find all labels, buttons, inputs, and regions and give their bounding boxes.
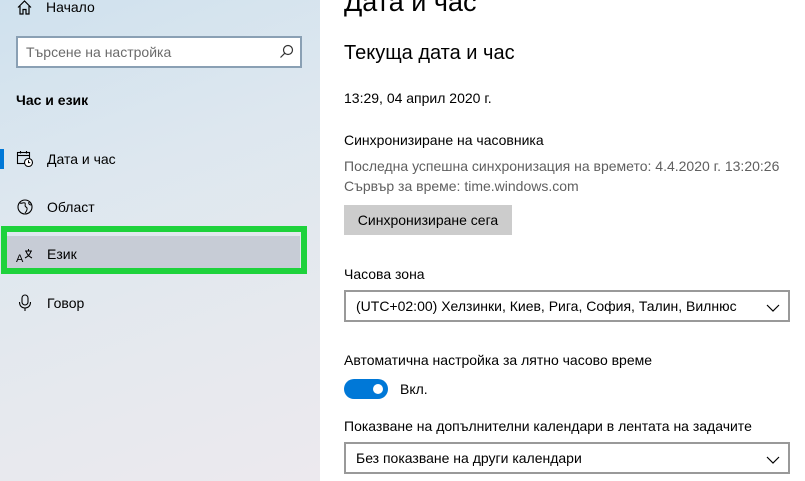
- search-input[interactable]: [26, 38, 276, 66]
- sidebar-item-speech[interactable]: Говор: [0, 283, 320, 323]
- search-icon[interactable]: [279, 44, 294, 64]
- timezone-dropdown[interactable]: (UTC+02:00) Хелзинки, Киев, Рига, София,…: [344, 290, 790, 322]
- sidebar: Начало Час и език Дата и час: [0, 0, 320, 481]
- chevron-down-icon: [766, 300, 780, 318]
- sidebar-item-label: Дата и час: [47, 151, 116, 167]
- microphone-icon: [16, 294, 34, 312]
- timezone-value: (UTC+02:00) Хелзинки, Киев, Рига, София,…: [356, 298, 737, 314]
- page-title: Дата и час: [344, 0, 477, 17]
- last-sync-text: Последна успешна синхронизация на времет…: [344, 158, 780, 174]
- sidebar-item-region[interactable]: Област: [0, 187, 320, 227]
- toggle-knob: [373, 384, 383, 394]
- home-link[interactable]: Начало: [16, 0, 95, 18]
- timezone-label: Часова зона: [344, 266, 425, 282]
- current-datetime-value: 13:29, 04 април 2020 г.: [344, 90, 492, 106]
- globe-icon: [16, 198, 34, 216]
- home-icon: [16, 0, 33, 16]
- dst-label: Автоматична настройка за лятно часово вр…: [344, 352, 653, 368]
- time-server-text: Сървър за време: time.windows.com: [344, 178, 579, 194]
- dst-state-label: Вкл.: [400, 381, 428, 397]
- selected-indicator: [0, 149, 4, 169]
- calendars-value: Без показване на други календари: [356, 450, 582, 466]
- section-title: Час и език: [16, 92, 89, 108]
- chevron-down-icon: [766, 452, 780, 470]
- sidebar-item-label: Област: [47, 199, 95, 215]
- sidebar-item-date-time[interactable]: Дата и час: [0, 139, 320, 179]
- calendars-label: Показване на допълнителни календари в ле…: [344, 418, 752, 434]
- sync-now-button[interactable]: Синхронизиране сега: [344, 205, 512, 235]
- calendar-clock-icon: [16, 150, 34, 168]
- home-label: Начало: [46, 0, 95, 15]
- main-content: Дата и час Текуща дата и час 13:29, 04 а…: [320, 0, 805, 481]
- calendars-dropdown[interactable]: Без показване на други календари: [344, 442, 790, 474]
- highlight-box: [1, 226, 307, 274]
- sync-heading: Синхронизиране на часовника: [344, 132, 544, 148]
- search-box[interactable]: [16, 36, 302, 68]
- current-datetime-heading: Текуща дата и час: [344, 42, 515, 64]
- sidebar-item-label: Говор: [47, 295, 85, 311]
- dst-toggle[interactable]: [344, 379, 388, 399]
